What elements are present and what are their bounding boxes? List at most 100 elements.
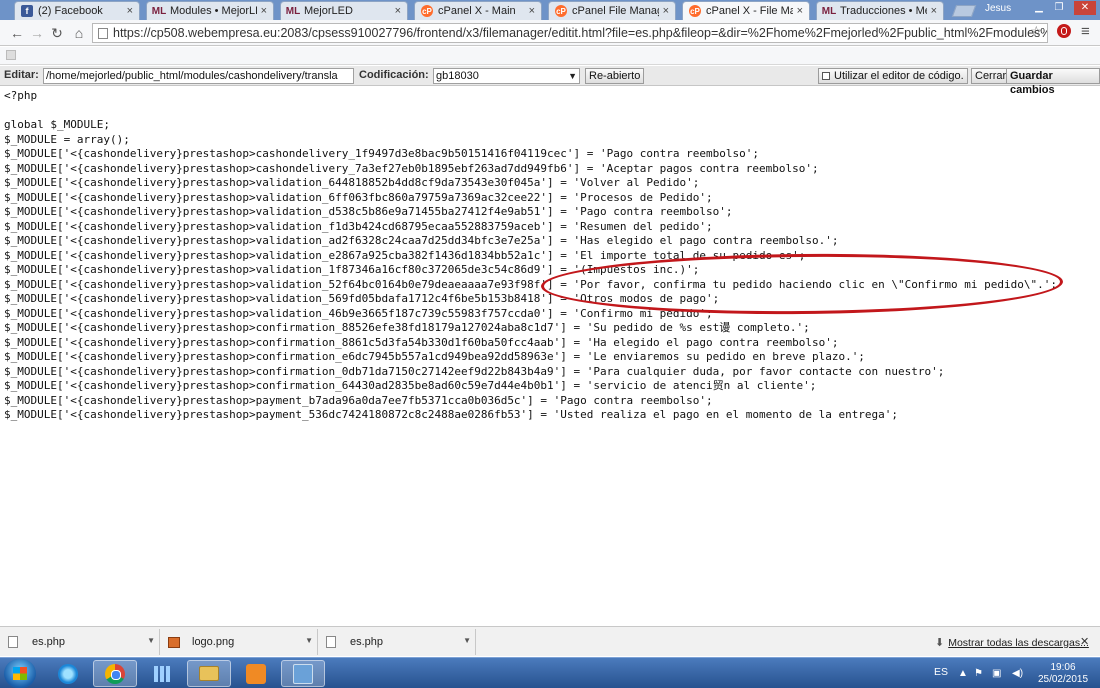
bookmark-star-icon[interactable]: ☆ — [1030, 23, 1043, 40]
cpanel-icon: cP — [421, 5, 433, 17]
download-bar: es.php ▼ logo.png ▼ es.php ▼ ⬇ Mostrar to… — [0, 626, 1100, 656]
code-line: $_MODULE['<{cashondelivery}prestashop>co… — [4, 335, 839, 349]
control-panel-icon — [293, 663, 313, 684]
code-line: global $_MODULE; — [4, 118, 110, 131]
tab-traducciones[interactable]: ML Traducciones • MejorL × — [816, 1, 944, 20]
chrome-icon — [105, 663, 125, 684]
close-tab-icon[interactable]: × — [395, 5, 401, 17]
volume-icon[interactable]: ◀) — [1012, 668, 1023, 679]
language-indicator[interactable]: ES — [934, 666, 948, 678]
cpanel-icon: cP — [689, 5, 701, 17]
minimize-icon[interactable]: ▁ — [1030, 1, 1048, 15]
code-line: $_MODULE['<{cashondelivery}prestashop>va… — [4, 234, 839, 247]
tray-flag-icon[interactable]: ⚑ — [974, 668, 983, 679]
tab-mejorled[interactable]: ML MejorLED × — [280, 1, 408, 20]
download-filename: logo.png — [192, 636, 235, 648]
tab-modules-mejorled[interactable]: ML Modules • MejorLED × — [146, 1, 274, 20]
code-line: $_MODULE['<{cashondelivery}prestashop>va… — [4, 190, 713, 204]
close-tab-icon[interactable]: × — [931, 5, 937, 17]
encoding-label: Codificación: — [359, 69, 429, 81]
internet-explorer-icon — [58, 663, 78, 684]
apps-grid-icon — [154, 665, 170, 682]
download-item[interactable]: logo.png ▼ — [160, 629, 318, 655]
window-user-label: Jesus — [985, 3, 1012, 14]
code-line: $_MODULE['<{cashondelivery}prestashop>va… — [4, 263, 700, 276]
download-arrow-icon: ⬇ — [935, 637, 945, 649]
bookmark-icon[interactable] — [6, 50, 16, 60]
tab-cpanel-main[interactable]: cP cPanel X - Main × — [414, 1, 542, 20]
code-line: $_MODULE['<{cashondelivery}prestashop>va… — [4, 248, 806, 262]
code-line: $_MODULE['<{cashondelivery}prestashop>co… — [4, 350, 865, 363]
cpanel-icon: cP — [555, 5, 567, 17]
network-icon[interactable]: ▣ — [992, 668, 1001, 679]
file-path-field[interactable]: /home/mejorled/public_html/modules/casho… — [43, 68, 354, 84]
windows-taskbar: ES ▲ ⚑ ▣ ◀) 19:06 25/02/2015 — [0, 657, 1100, 688]
home-icon[interactable]: ⌂ — [70, 24, 88, 42]
code-line: $_MODULE['<{cashondelivery}prestashop>va… — [4, 306, 713, 320]
edit-label: Editar: — [4, 69, 39, 81]
address-toolbar: ← → ↻ ⌂ https://cp508.webempresa.eu:2083… — [0, 20, 1100, 46]
url-input[interactable]: https://cp508.webempresa.eu:2083/cpsess9… — [92, 23, 1048, 43]
download-item[interactable]: es.php ▼ — [318, 629, 476, 655]
code-editor-button[interactable]: Utilizar el editor de código. — [818, 68, 968, 84]
media-player-icon — [246, 663, 266, 684]
chevron-down-icon[interactable]: ▼ — [305, 636, 313, 645]
close-button[interactable]: Cerrar — [971, 68, 1011, 84]
new-tab-button[interactable] — [951, 5, 977, 17]
taskbar-media[interactable] — [234, 660, 278, 687]
taskbar-explorer[interactable] — [187, 660, 231, 687]
show-all-downloads-link[interactable]: ⬇ Mostrar todas las descargas... — [935, 636, 1089, 649]
close-tab-icon[interactable]: × — [797, 5, 803, 17]
close-download-bar-icon[interactable]: ✕ — [1080, 635, 1089, 648]
facebook-icon: f — [21, 5, 33, 17]
close-window-icon[interactable]: ✕ — [1074, 1, 1096, 15]
taskbar-chrome[interactable] — [93, 660, 137, 687]
close-tab-icon[interactable]: × — [663, 5, 669, 17]
reload-icon[interactable]: ↻ — [48, 24, 66, 42]
chevron-down-icon[interactable]: ▼ — [147, 636, 155, 645]
code-line: $_MODULE['<{cashondelivery}prestashop>ca… — [4, 147, 759, 160]
reopen-button[interactable]: Re-abierto — [585, 68, 645, 84]
file-icon — [326, 636, 336, 648]
image-file-icon — [168, 636, 180, 648]
restore-icon[interactable]: ❐ — [1050, 1, 1068, 15]
download-filename: es.php — [350, 636, 384, 648]
taskbar-app[interactable] — [281, 660, 325, 687]
editor-toolbar: Editar: /home/mejorled/public_html/modul… — [0, 66, 1100, 96]
code-line: $_MODULE['<{cashondelivery}prestashop>va… — [4, 176, 700, 189]
download-item[interactable]: es.php ▼ — [0, 629, 160, 655]
system-clock[interactable]: 19:06 25/02/2015 — [1033, 662, 1093, 686]
code-textarea[interactable]: <?php global $_MODULE; $_MODULE = array(… — [4, 89, 1094, 423]
code-line: $_MODULE['<{cashondelivery}prestashop>co… — [4, 379, 817, 392]
taskbar-app-grid[interactable] — [140, 660, 184, 687]
close-tab-icon[interactable]: × — [127, 5, 133, 17]
screen: f (2) Facebook × ML Modules • MejorLED ×… — [0, 0, 1100, 688]
save-button[interactable]: Guardar cambios — [1006, 68, 1100, 96]
taskbar-ie[interactable] — [46, 660, 90, 687]
back-icon[interactable]: ← — [8, 24, 26, 42]
code-line: $_MODULE['<{cashondelivery}prestashop>va… — [4, 205, 733, 218]
file-icon — [8, 636, 18, 648]
tab-cpanel-file-manager-v3[interactable]: cP cPanel File Manager v3 × — [548, 1, 676, 20]
tab-cpanel-file-manager-active[interactable]: cP cPanel X - File Manage × — [682, 1, 810, 20]
start-button[interactable] — [4, 659, 36, 688]
extension-icon[interactable] — [1057, 24, 1071, 38]
tab-facebook[interactable]: f (2) Facebook × — [14, 1, 140, 20]
chevron-down-icon[interactable]: ▼ — [463, 636, 471, 645]
menu-icon[interactable]: ≡ — [1081, 23, 1090, 40]
code-line: $_MODULE = array(); — [4, 132, 130, 146]
code-line: $_MODULE['<{cashondelivery}prestashop>co… — [4, 321, 810, 334]
code-line: $_MODULE['<{cashondelivery}prestashop>pa… — [4, 408, 899, 421]
code-line: $_MODULE['<{cashondelivery}prestashop>pa… — [4, 393, 713, 407]
tray-arrow-icon[interactable]: ▲ — [958, 668, 968, 679]
close-tab-icon[interactable]: × — [529, 5, 535, 17]
download-filename: es.php — [32, 636, 66, 648]
clock-time: 19:06 — [1050, 662, 1076, 673]
mejorled-icon: ML — [151, 5, 167, 17]
close-tab-icon[interactable]: × — [261, 5, 267, 17]
forward-icon[interactable]: → — [28, 24, 46, 42]
encoding-select[interactable]: gb18030 ▼ — [433, 68, 580, 84]
show-all-label: Mostrar todas las descargas... — [948, 637, 1089, 649]
code-line: $_MODULE['<{cashondelivery}prestashop>va… — [4, 292, 720, 305]
